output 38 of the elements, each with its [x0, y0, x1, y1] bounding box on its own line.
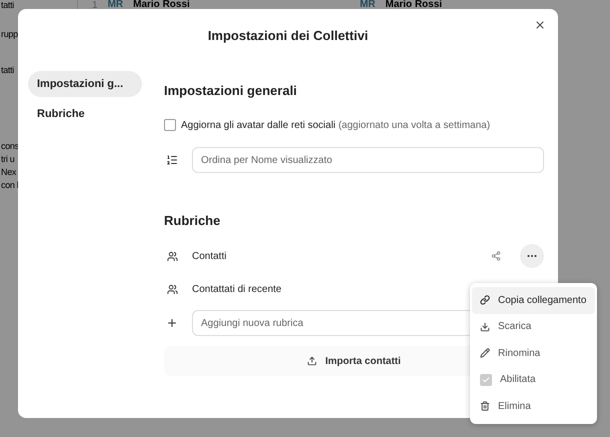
menu-item[interactable]: Copia collegamento	[472, 287, 595, 314]
nav-item[interactable]: Impostazioni g...	[28, 71, 142, 97]
contact-name: Mario Rossi	[385, 0, 442, 10]
avatar-initials: MR	[360, 0, 376, 10]
sidebar-text: tatti	[1, 0, 16, 10]
close-icon	[534, 19, 546, 31]
more-button[interactable]	[520, 244, 544, 268]
group-icon	[166, 250, 178, 262]
trash-icon	[480, 401, 490, 412]
sidebar-text: tri u	[1, 154, 16, 164]
contact-name: Mario Rossi	[133, 0, 190, 10]
list-icon	[166, 154, 178, 166]
sort-field[interactable]: Ordina per Nome visualizzato	[192, 147, 544, 173]
pencil-icon	[480, 348, 490, 358]
upload-icon	[307, 356, 318, 366]
link-icon	[480, 295, 490, 306]
sidebar-text: cons	[1, 141, 20, 151]
checkbox[interactable]	[480, 374, 492, 386]
checkbox[interactable]	[164, 119, 176, 131]
group-icon	[166, 284, 178, 294]
section-heading: Rubriche	[164, 213, 222, 228]
row-number: 1	[92, 0, 98, 11]
addressbook-name: Contattati di recente	[192, 284, 282, 294]
nav-item[interactable]: Rubriche	[28, 101, 142, 127]
sidebar-text: rupp	[1, 29, 19, 39]
sidebar-text: con l	[1, 180, 20, 190]
dialog-title: Impostazioni dei Collettivi	[208, 28, 368, 42]
addressbook-name: Contatti	[192, 250, 228, 262]
check-icon	[482, 376, 490, 384]
menu-item[interactable]: Elimina	[472, 393, 595, 420]
sidebar-text: Nex	[1, 167, 18, 177]
sidebar-text: tatti	[1, 65, 16, 75]
plus-icon	[166, 317, 178, 329]
download-icon	[480, 322, 490, 332]
share-icon	[491, 251, 501, 261]
checkbox-label: Aggiorna gli avatar dalle reti sociali (aggiornato una volta a settimana)	[181, 120, 490, 130]
avatar-initials: MR	[108, 0, 124, 10]
section-heading: Impostazioni generali	[164, 83, 298, 98]
